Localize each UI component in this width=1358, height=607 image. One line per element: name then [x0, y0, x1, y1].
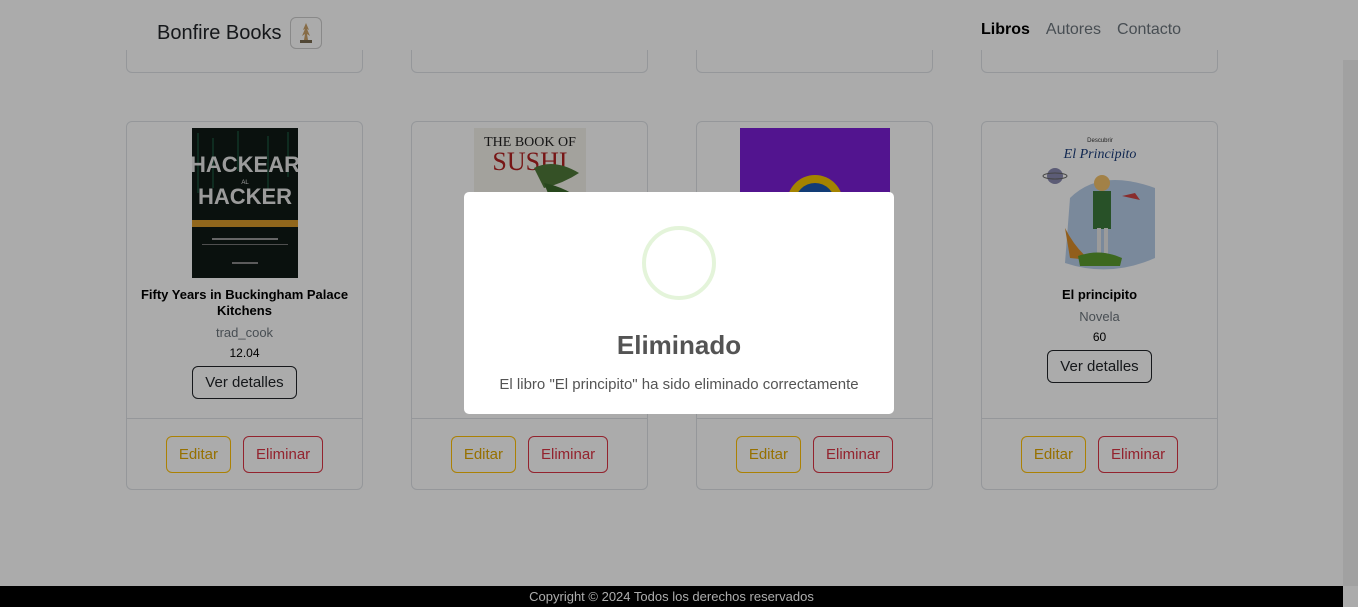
- alert-message: El libro "El principito" ha sido elimina…: [499, 376, 859, 393]
- success-icon: [642, 226, 716, 300]
- alert-title: Eliminado: [616, 330, 742, 360]
- alert-dialog: Eliminado El libro "El principito" ha si…: [464, 192, 894, 414]
